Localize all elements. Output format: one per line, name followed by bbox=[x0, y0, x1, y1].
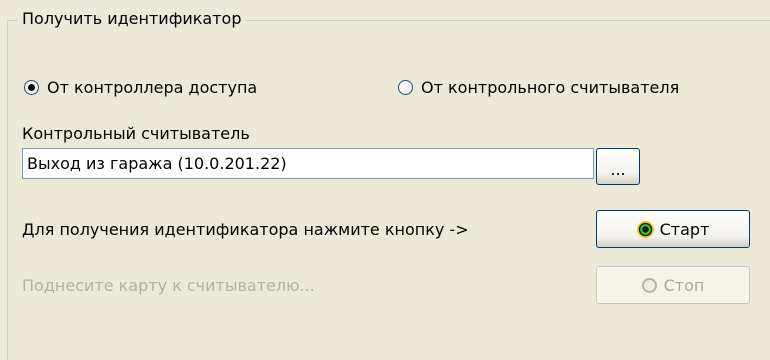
stop-icon bbox=[641, 277, 657, 293]
reader-field[interactable]: Выход из гаража (10.0.201.22) bbox=[22, 148, 594, 179]
start-button[interactable]: Старт bbox=[596, 210, 750, 248]
radio-from-controller[interactable]: От контроллера доступа bbox=[24, 78, 257, 97]
go-icon bbox=[636, 220, 654, 238]
hint-text: Поднесите карту к считывателю... bbox=[22, 276, 315, 295]
stop-button[interactable]: Стоп bbox=[596, 266, 750, 304]
stop-button-label: Стоп bbox=[663, 275, 705, 295]
radio-button-icon bbox=[398, 80, 413, 95]
reader-label: Контрольный считыватель bbox=[22, 124, 250, 143]
group-title: Получить идентификатор bbox=[18, 8, 246, 30]
identifier-groupbox bbox=[7, 20, 770, 360]
radio-from-reader-label: От контрольного считывателя bbox=[421, 78, 680, 97]
instruction-text: Для получения идентификатора нажмите кно… bbox=[22, 220, 469, 239]
browse-button[interactable]: ... bbox=[596, 148, 640, 185]
radio-from-reader[interactable]: От контрольного считывателя bbox=[398, 78, 679, 97]
start-button-label: Старт bbox=[659, 219, 710, 239]
radio-button-icon bbox=[24, 80, 39, 95]
radio-from-controller-label: От контроллера доступа bbox=[47, 78, 258, 97]
